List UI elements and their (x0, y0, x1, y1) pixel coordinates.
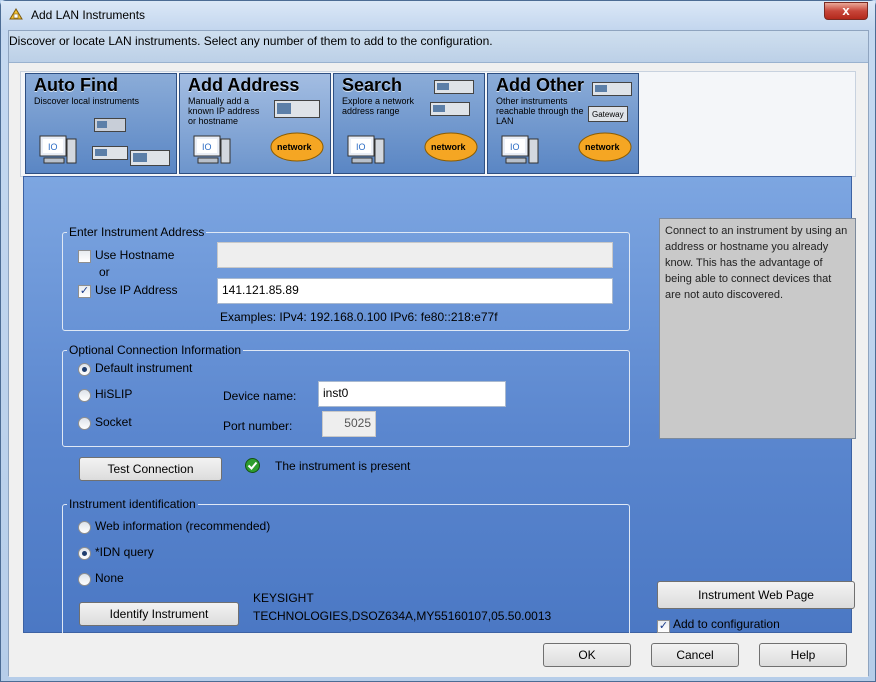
web-information-label: Web information (recommended) (95, 519, 271, 533)
hislip-radio[interactable] (78, 389, 91, 402)
dialog-client: Discover or locate LAN instruments. Sele… (8, 30, 869, 677)
tab-subtitle: Discover local instruments (34, 96, 140, 106)
tab-add-other[interactable]: Add Other Other instruments reachable th… (487, 73, 639, 174)
dialog-footer: OK Cancel Help (9, 633, 868, 677)
tab-title: Add Address (188, 75, 300, 95)
tab-auto-find[interactable]: Auto Find Discover local instruments IO (25, 73, 177, 174)
tab-title: Add Other (496, 75, 584, 95)
gateway-label: Gateway (592, 110, 624, 119)
ip-address-input[interactable]: 141.121.85.89 (217, 278, 613, 304)
identification-result-line2: TECHNOLOGIES,DSOZ634A,MY55160107,05.50.0… (253, 609, 552, 623)
svg-text:IO: IO (356, 142, 366, 152)
idn-query-label: *IDN query (95, 545, 154, 559)
identification-result-line1: KEYSIGHT (253, 591, 314, 605)
none-label: None (95, 571, 124, 585)
device-name-input[interactable]: inst0 (318, 381, 506, 407)
help-button[interactable]: Help (759, 643, 847, 667)
address-examples: Examples: IPv4: 192.168.0.100 IPv6: fe80… (220, 310, 498, 324)
instrument-icon (430, 102, 470, 116)
use-hostname-label: Use Hostname (95, 248, 175, 262)
use-hostname-checkbox[interactable] (78, 250, 91, 263)
identify-instrument-button[interactable]: Identify Instrument (79, 602, 239, 626)
close-icon: x (842, 3, 850, 18)
window-title: Add LAN Instruments (31, 8, 146, 22)
network-label: network (431, 142, 467, 152)
tab-subtitle: Explore a network address range (342, 96, 415, 116)
tab-subtitle: Other instruments reachable through the … (496, 96, 584, 126)
web-information-radio[interactable] (78, 521, 91, 534)
hostname-input[interactable] (217, 242, 613, 268)
default-instrument-label: Default instrument (95, 361, 193, 375)
use-ip-checkbox[interactable]: ✓ (78, 285, 91, 298)
cancel-button[interactable]: Cancel (651, 643, 739, 667)
instrument-icon (92, 146, 128, 160)
svg-text:IO: IO (510, 142, 520, 152)
main-panel: Enter Instrument Address Use Hostname or… (23, 176, 856, 653)
app-icon (9, 8, 23, 20)
network-cloud-icon: network (424, 132, 478, 162)
port-number-input[interactable]: 5025 (322, 411, 376, 437)
connection-status-text: The instrument is present (275, 459, 411, 473)
computer-icon: IO (193, 135, 231, 164)
socket-label: Socket (95, 415, 132, 429)
address-group-legend: Enter Instrument Address (69, 225, 205, 239)
title-bar[interactable]: Add LAN Instruments x (1, 1, 875, 30)
success-check-icon (245, 458, 260, 473)
help-text-panel: Connect to an instrument by using an add… (659, 218, 856, 439)
hislip-label: HiSLIP (95, 387, 133, 401)
instruction-bar: Discover or locate LAN instruments. Sele… (9, 31, 868, 63)
computer-icon: IO (501, 135, 539, 164)
close-button[interactable]: x (824, 2, 868, 20)
instrument-icon (434, 80, 474, 94)
socket-radio[interactable] (78, 417, 91, 430)
none-radio[interactable] (78, 573, 91, 586)
connection-group-legend: Optional Connection Information (69, 343, 242, 357)
tab-add-address[interactable]: Add Address Manually add a known IP addr… (179, 73, 331, 174)
svg-text:IO: IO (202, 142, 212, 152)
instrument-web-page-button[interactable]: Instrument Web Page (657, 581, 855, 609)
instrument-icon (130, 150, 170, 166)
use-ip-label: Use IP Address (95, 283, 178, 297)
default-instrument-radio[interactable] (78, 363, 91, 376)
ok-button[interactable]: OK (543, 643, 631, 667)
instruction-text: Discover or locate LAN instruments. Sele… (9, 34, 493, 48)
network-cloud-icon: network (270, 132, 324, 162)
computer-icon: IO (39, 135, 77, 164)
gateway-icon: Gateway (588, 106, 628, 122)
dialog-window: Add LAN Instruments x Discover or locate… (0, 0, 876, 682)
instrument-icon (592, 82, 632, 96)
network-cloud-icon: network (578, 132, 632, 162)
identification-group-legend: Instrument identification (69, 497, 196, 511)
tab-subtitle: Manually add a known IP address or hostn… (188, 96, 260, 126)
idn-query-radio[interactable] (78, 547, 91, 560)
tab-title: Search (342, 75, 403, 95)
computer-icon: IO (347, 135, 385, 164)
instrument-icon (94, 118, 126, 132)
add-to-configuration-label: Add to configuration (673, 617, 780, 631)
add-to-configuration-checkbox[interactable]: ✓ (657, 620, 670, 633)
test-connection-button[interactable]: Test Connection (79, 457, 222, 481)
network-label: network (277, 142, 313, 152)
or-label: or (99, 265, 110, 279)
instrument-icon (274, 100, 320, 118)
device-name-label: Device name: (223, 389, 297, 403)
tab-search[interactable]: Search Explore a network address range I… (333, 73, 485, 174)
tab-title: Auto Find (34, 75, 118, 95)
network-label: network (585, 142, 621, 152)
svg-text:IO: IO (48, 142, 58, 152)
port-number-label: Port number: (223, 419, 293, 433)
